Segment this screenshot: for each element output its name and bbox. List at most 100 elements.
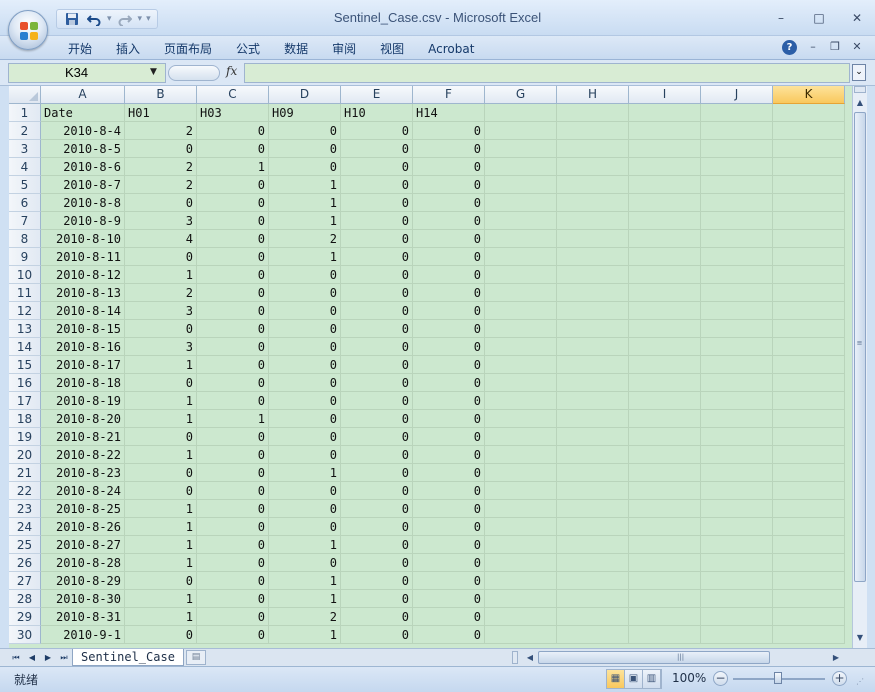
cell[interactable] xyxy=(557,608,629,626)
cell[interactable] xyxy=(485,302,557,320)
zoom-level[interactable]: 100% xyxy=(672,671,706,685)
cell[interactable]: 0 xyxy=(341,608,413,626)
cell[interactable]: 0 xyxy=(197,338,269,356)
workbook-close-button[interactable]: ✕ xyxy=(851,40,863,55)
column-header[interactable]: G xyxy=(485,86,557,104)
column-header[interactable]: F xyxy=(413,86,485,104)
row-header[interactable]: 16 xyxy=(9,374,41,392)
cell[interactable] xyxy=(773,338,845,356)
cell[interactable] xyxy=(485,518,557,536)
cell[interactable]: 1 xyxy=(125,536,197,554)
cell[interactable] xyxy=(629,266,701,284)
cell[interactable] xyxy=(557,320,629,338)
horizontal-scrollbar[interactable]: ◀ ||| ▶ xyxy=(512,651,852,664)
cell[interactable] xyxy=(701,122,773,140)
cell[interactable]: 0 xyxy=(197,248,269,266)
cell[interactable]: 0 xyxy=(197,392,269,410)
cell[interactable]: 2010-8-18 xyxy=(41,374,125,392)
cell[interactable] xyxy=(701,302,773,320)
cell[interactable] xyxy=(557,302,629,320)
cell[interactable] xyxy=(773,428,845,446)
cell[interactable] xyxy=(701,500,773,518)
cell[interactable] xyxy=(557,158,629,176)
cell[interactable]: 0 xyxy=(413,500,485,518)
cell[interactable] xyxy=(773,194,845,212)
cell[interactable]: 1 xyxy=(269,536,341,554)
cell[interactable] xyxy=(773,626,845,644)
cell[interactable] xyxy=(557,536,629,554)
cell[interactable] xyxy=(485,194,557,212)
cell[interactable] xyxy=(485,158,557,176)
cell[interactable]: 1 xyxy=(125,554,197,572)
cell[interactable]: 0 xyxy=(413,536,485,554)
cell[interactable]: 0 xyxy=(269,428,341,446)
cell[interactable] xyxy=(701,338,773,356)
cell[interactable]: 2 xyxy=(269,608,341,626)
cell[interactable] xyxy=(701,320,773,338)
cell[interactable]: 2010-8-27 xyxy=(41,536,125,554)
cell[interactable] xyxy=(485,608,557,626)
cell[interactable]: 0 xyxy=(269,518,341,536)
cell[interactable]: 0 xyxy=(341,338,413,356)
cell[interactable]: 0 xyxy=(413,392,485,410)
cell[interactable]: 0 xyxy=(341,320,413,338)
column-header[interactable]: C xyxy=(197,86,269,104)
cell[interactable]: 2 xyxy=(125,176,197,194)
cell[interactable]: 0 xyxy=(341,356,413,374)
workbook-restore-button[interactable]: ❐ xyxy=(829,40,841,55)
ribbon-tab[interactable]: 插入 xyxy=(104,40,152,58)
scroll-down-icon[interactable]: ▼ xyxy=(854,631,866,645)
cell[interactable] xyxy=(629,176,701,194)
cell[interactable] xyxy=(485,176,557,194)
row-header[interactable]: 3 xyxy=(9,140,41,158)
cell[interactable] xyxy=(701,482,773,500)
cell[interactable]: 2010-8-4 xyxy=(41,122,125,140)
cell[interactable] xyxy=(629,248,701,266)
cell[interactable]: 2010-8-17 xyxy=(41,356,125,374)
cell[interactable] xyxy=(629,320,701,338)
row-header[interactable]: 2 xyxy=(9,122,41,140)
row-header[interactable]: 21 xyxy=(9,464,41,482)
row-header[interactable]: 25 xyxy=(9,536,41,554)
cell[interactable] xyxy=(701,554,773,572)
cell[interactable] xyxy=(701,608,773,626)
cell[interactable]: 0 xyxy=(341,482,413,500)
cell[interactable] xyxy=(773,518,845,536)
cell[interactable]: 0 xyxy=(197,536,269,554)
zoom-out-button[interactable]: − xyxy=(713,671,728,686)
cell[interactable] xyxy=(629,410,701,428)
cell[interactable]: 0 xyxy=(197,194,269,212)
cell[interactable] xyxy=(557,248,629,266)
cell[interactable]: 2010-8-13 xyxy=(41,284,125,302)
cell[interactable]: 0 xyxy=(413,410,485,428)
row-header[interactable]: 11 xyxy=(9,284,41,302)
cell[interactable] xyxy=(557,572,629,590)
cell[interactable] xyxy=(701,230,773,248)
cell[interactable]: 0 xyxy=(413,140,485,158)
minimize-button[interactable]: – xyxy=(773,10,789,26)
cell[interactable] xyxy=(773,608,845,626)
column-header[interactable]: A xyxy=(41,86,125,104)
cell[interactable]: 1 xyxy=(269,572,341,590)
cell[interactable]: 2010-8-23 xyxy=(41,464,125,482)
cell[interactable]: 0 xyxy=(413,446,485,464)
select-all-button[interactable] xyxy=(9,86,41,104)
cell[interactable]: 0 xyxy=(125,248,197,266)
cell[interactable]: 0 xyxy=(341,176,413,194)
cell[interactable]: 0 xyxy=(341,302,413,320)
cell[interactable]: 0 xyxy=(197,428,269,446)
cell[interactable]: 2010-8-6 xyxy=(41,158,125,176)
row-header[interactable]: 17 xyxy=(9,392,41,410)
cell[interactable] xyxy=(629,482,701,500)
cell[interactable]: 0 xyxy=(269,374,341,392)
cell[interactable] xyxy=(629,194,701,212)
cell[interactable]: 0 xyxy=(269,284,341,302)
cell[interactable]: 0 xyxy=(341,266,413,284)
cell[interactable]: 0 xyxy=(269,482,341,500)
cell[interactable]: 2010-8-7 xyxy=(41,176,125,194)
cell[interactable]: 0 xyxy=(413,626,485,644)
cell[interactable]: 0 xyxy=(413,122,485,140)
scroll-left-icon[interactable]: ◀ xyxy=(524,651,536,664)
cell[interactable] xyxy=(701,572,773,590)
cell[interactable] xyxy=(773,572,845,590)
